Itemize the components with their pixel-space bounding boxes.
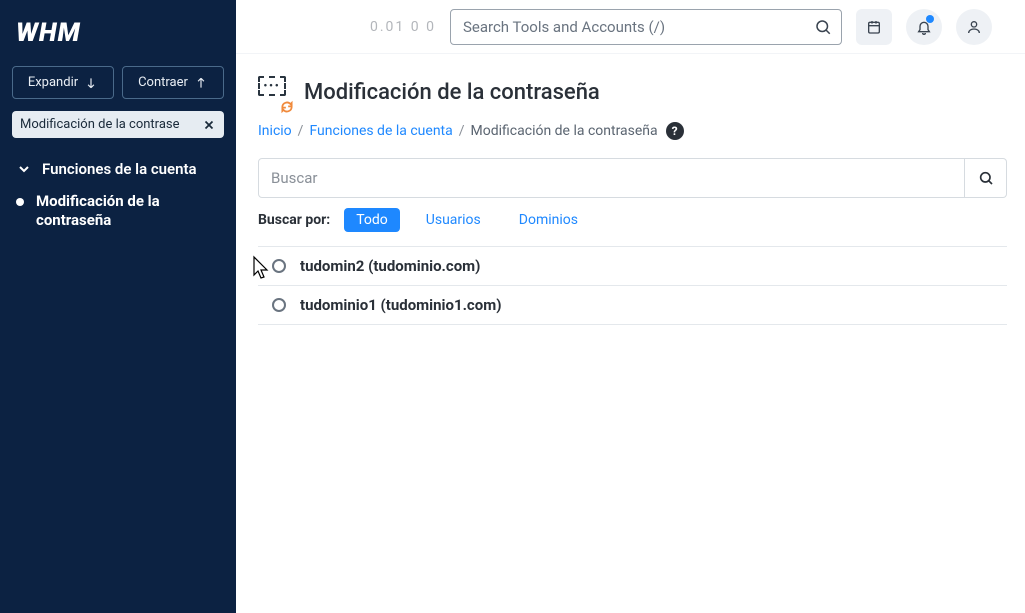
account-filter-input[interactable] [258, 158, 965, 198]
searchby-row: Buscar por: Todo Usuarios Dominios [258, 208, 1007, 232]
account-filter-search-button[interactable] [965, 158, 1007, 198]
expand-label: Expandir [28, 75, 78, 90]
close-icon[interactable] [202, 118, 216, 132]
filter-domains[interactable]: Dominios [507, 208, 590, 232]
account-list: tudomin2 (tudominio.com) tudominio1 (tud… [258, 246, 1007, 325]
whm-logo[interactable]: WHM [16, 18, 220, 48]
sidebar: WHM Expandir Contraer Modificación de la… [0, 0, 236, 613]
arrow-up-icon [194, 76, 208, 90]
user-icon [966, 19, 982, 35]
crumb-category[interactable]: Funciones de la cuenta [309, 123, 452, 139]
filter-all[interactable]: Todo [344, 208, 400, 232]
password-icon: ••• [258, 76, 290, 108]
search-icon [978, 170, 994, 186]
account-label: tudomin2 (tudominio.com) [300, 257, 480, 275]
refresh-icon [280, 100, 294, 114]
filter-users[interactable]: Usuarios [414, 208, 493, 232]
breadcrumb: Inicio / Funciones de la cuenta / Modifi… [258, 122, 1007, 140]
account-filter-row [258, 158, 1007, 198]
sidebar-category[interactable]: Funciones de la cuenta [16, 160, 220, 178]
sidebar-category-label: Funciones de la cuenta [42, 160, 197, 178]
active-dot-icon [16, 198, 24, 206]
collapse-button[interactable]: Contraer [122, 66, 224, 99]
global-search-input[interactable] [450, 9, 842, 45]
account-row[interactable]: tudomin2 (tudominio.com) [258, 247, 1007, 286]
notification-dot [926, 15, 934, 23]
crumb-sep: / [298, 123, 304, 139]
calendar-icon [866, 19, 882, 35]
help-icon[interactable]: ? [666, 122, 684, 140]
sidebar-filter-text: Modificación de la contrase [20, 117, 180, 132]
collapse-label: Contraer [138, 75, 188, 90]
expand-button[interactable]: Expandir [12, 66, 114, 99]
search-icon[interactable] [814, 18, 832, 36]
sidebar-item-label: Modificación de la contraseña [36, 192, 220, 230]
crumb-current: Modificación de la contraseña [471, 123, 658, 139]
chevron-down-icon [16, 161, 32, 177]
searchby-label: Buscar por: [258, 212, 330, 228]
radio-input[interactable] [272, 298, 286, 312]
page-title: Modificación de la contraseña [304, 80, 600, 105]
main: 0.01 0 0 ••• Modificaci [236, 0, 1025, 613]
radio-input[interactable] [272, 259, 286, 273]
notifications-button[interactable] [906, 9, 942, 45]
global-search-wrap [450, 9, 842, 45]
sidebar-filter-pill[interactable]: Modificación de la contrase [12, 111, 224, 138]
crumb-home[interactable]: Inicio [258, 123, 292, 139]
server-load: 0.01 0 0 [370, 19, 436, 35]
account-label: tudominio1 (tudominio1.com) [300, 296, 501, 314]
sidebar-item-password-mod[interactable]: Modificación de la contraseña [16, 192, 220, 230]
content: ••• Modificación de la contraseña Inicio… [236, 54, 1025, 613]
user-menu-button[interactable] [956, 9, 992, 45]
page-header: ••• Modificación de la contraseña [258, 76, 1007, 108]
news-button[interactable] [856, 9, 892, 45]
topbar: 0.01 0 0 [236, 0, 1025, 54]
crumb-sep: / [459, 123, 465, 139]
arrow-down-icon [84, 76, 98, 90]
account-row[interactable]: tudominio1 (tudominio1.com) [258, 286, 1007, 324]
